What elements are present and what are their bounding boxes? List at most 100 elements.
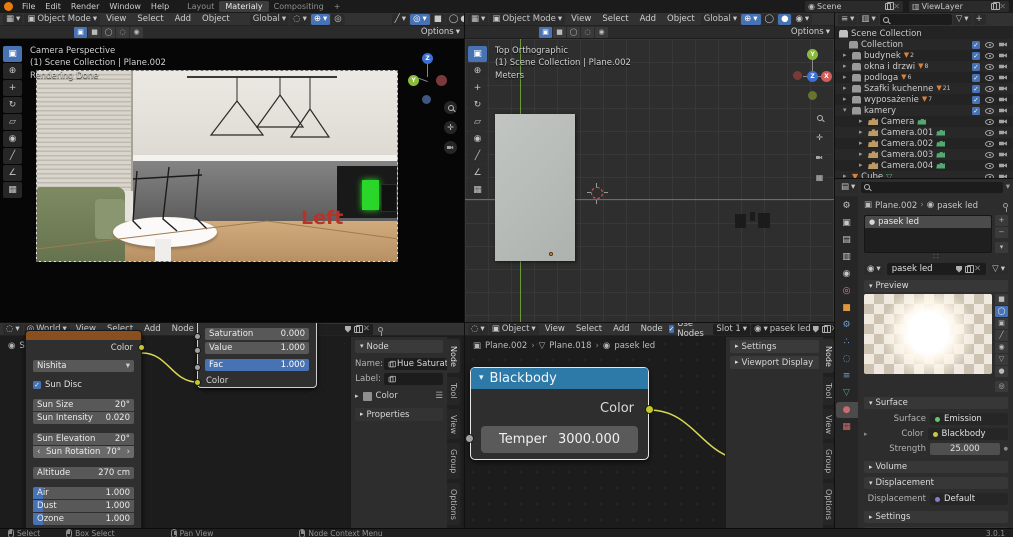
menu-edit[interactable]: Edit	[40, 2, 66, 11]
outliner-row-budynek[interactable]: budynek 2	[835, 50, 1013, 61]
display-mode-dropdown[interactable]	[858, 14, 878, 25]
outliner-row-camera-003[interactable]: Camera.003	[835, 149, 1013, 160]
displacement-dropdown[interactable]: Default	[930, 493, 1008, 505]
tool-scale[interactable]	[468, 114, 487, 130]
surface-panel-header[interactable]: Surface	[864, 397, 1008, 409]
select-mode-button[interactable]	[130, 27, 143, 38]
axis-x-handle[interactable]	[436, 75, 447, 86]
render-visibility-toggle[interactable]	[999, 63, 1008, 70]
workspace-tab-layout[interactable]: Layout	[182, 2, 219, 11]
select-box-button[interactable]	[88, 27, 101, 38]
tool-rotate[interactable]	[3, 97, 22, 113]
outliner-row-camera-001[interactable]: Camera.001	[835, 127, 1013, 138]
tab-scene[interactable]	[836, 266, 858, 282]
tool-measure[interactable]	[468, 165, 487, 181]
render-visibility-toggle[interactable]	[999, 96, 1008, 103]
altitude-field[interactable]: Altitude270 cm	[33, 467, 134, 479]
tab-render[interactable]	[836, 215, 858, 231]
tab-tool[interactable]: Tool	[447, 377, 460, 405]
exclude-checkbox[interactable]	[972, 107, 980, 115]
exclude-checkbox[interactable]	[972, 74, 980, 82]
sky-texture-node[interactable]: Color Nishita Sun Disc Sun Size20° Sun I…	[25, 330, 142, 528]
new-viewlayer-icon[interactable]	[991, 3, 997, 10]
render-visibility-toggle[interactable]	[999, 140, 1008, 147]
hide-eye-toggle[interactable]	[985, 64, 994, 70]
collapse-icon[interactable]	[479, 374, 484, 383]
hide-eye-toggle[interactable]	[985, 163, 994, 169]
orientation-dropdown[interactable]: Global	[701, 14, 740, 25]
menu-help[interactable]: Help	[146, 2, 174, 11]
outliner-row-szafki-kuchenne[interactable]: Szafki kuchenne 21	[835, 83, 1013, 94]
shading-more-buttons[interactable]	[792, 14, 812, 25]
options-dropdown[interactable]: Options	[421, 27, 460, 37]
axis-z-handle[interactable]: Z	[422, 53, 433, 64]
expand-icon[interactable]	[843, 85, 849, 92]
tab-options[interactable]: Options	[823, 483, 834, 525]
menu-object[interactable]: Object	[197, 14, 235, 24]
tab-modifiers[interactable]	[836, 317, 858, 333]
editor-type-button[interactable]	[838, 14, 857, 25]
dust-slider[interactable]: Dust1.000	[33, 500, 134, 512]
axis-neg-y-handle[interactable]	[808, 91, 817, 100]
pan-hand-button[interactable]: ✛	[444, 121, 457, 134]
ortho-grid-button[interactable]	[813, 171, 826, 184]
expand-icon[interactable]	[843, 74, 849, 81]
shader2-canvas[interactable]: Plane.002 Plane.018 pasek led Blackbody …	[465, 336, 834, 528]
hide-eye-toggle[interactable]	[985, 141, 994, 147]
tool-annotate[interactable]	[3, 148, 22, 164]
axis-neg-x-handle[interactable]	[793, 71, 802, 80]
slot-specials-button[interactable]	[995, 242, 1008, 253]
material-datablock-field[interactable]: pasek led	[751, 324, 835, 335]
sun-intensity-field[interactable]: Sun Intensity0.020	[33, 412, 134, 424]
menu-add[interactable]: Add	[139, 324, 165, 334]
material-slot-list[interactable]: pasek led	[864, 215, 992, 253]
fake-user-icon[interactable]	[956, 266, 962, 273]
tool-select-box[interactable]	[3, 46, 22, 62]
hide-eye-toggle[interactable]	[985, 108, 994, 114]
tab-tool[interactable]: Tool	[823, 377, 834, 405]
selected-led-plane[interactable]	[362, 180, 379, 210]
outliner-row-okna-i-drzwi[interactable]: okna i drzwi 8	[835, 61, 1013, 72]
viewport-display-panel-header[interactable]: Viewport Display	[730, 356, 819, 369]
snap-toggle[interactable]	[311, 14, 330, 25]
increment-arrow-icon[interactable]	[127, 448, 130, 457]
surface-shader-dropdown[interactable]: Emission	[930, 413, 1008, 425]
shading-buttons[interactable]	[762, 14, 778, 25]
decrement-arrow-icon[interactable]	[37, 448, 40, 457]
shader-type-dropdown[interactable]: Object	[489, 324, 539, 335]
preview-world-button[interactable]	[995, 381, 1008, 392]
outliner-search-input[interactable]	[880, 14, 952, 25]
options-dropdown[interactable]: Options	[791, 27, 830, 37]
menu-object[interactable]: Object	[662, 14, 700, 24]
hide-eye-toggle[interactable]	[985, 119, 994, 125]
breadcrumb-mesh[interactable]: Plane.018	[549, 341, 591, 351]
hide-eye-toggle[interactable]	[985, 97, 994, 103]
material-name-field[interactable]: pasek led	[887, 263, 986, 275]
close-icon[interactable]	[893, 3, 900, 11]
copy-icon[interactable]	[354, 326, 360, 333]
fac-input-socket[interactable]	[194, 364, 201, 371]
color-subpanel-row[interactable]: Color	[355, 391, 443, 401]
breadcrumb-object[interactable]: Plane.002	[875, 201, 917, 211]
expand-icon[interactable]	[864, 431, 868, 438]
expand-icon[interactable]	[859, 151, 865, 158]
add-workspace-button[interactable]: +	[329, 2, 346, 11]
render-visibility-toggle[interactable]	[999, 129, 1008, 136]
mode-dropdown[interactable]: Object Mode	[489, 14, 565, 25]
tab-node[interactable]: Node	[447, 339, 460, 373]
render-visibility-toggle[interactable]	[999, 118, 1008, 125]
room-plan-mesh[interactable]	[495, 114, 575, 261]
sun-disc-checkbox[interactable]: Sun Disc	[33, 380, 82, 390]
close-icon[interactable]	[999, 3, 1006, 11]
tab-constraints[interactable]	[836, 368, 858, 384]
exclude-checkbox[interactable]	[972, 96, 980, 104]
remove-slot-button[interactable]	[995, 227, 1008, 238]
fac-field[interactable]: Fac1.000	[205, 359, 309, 371]
preview-hair-button[interactable]	[995, 330, 1008, 341]
tab-group[interactable]: Group	[823, 443, 834, 479]
tab-output[interactable]	[836, 232, 858, 248]
led-object-1[interactable]	[735, 214, 746, 228]
menu-select[interactable]: Select	[132, 14, 168, 24]
workspace-tab-materialy[interactable]: Materialy	[219, 1, 268, 12]
viewport1-nav-gizmo[interactable]: Z Y	[408, 53, 448, 111]
